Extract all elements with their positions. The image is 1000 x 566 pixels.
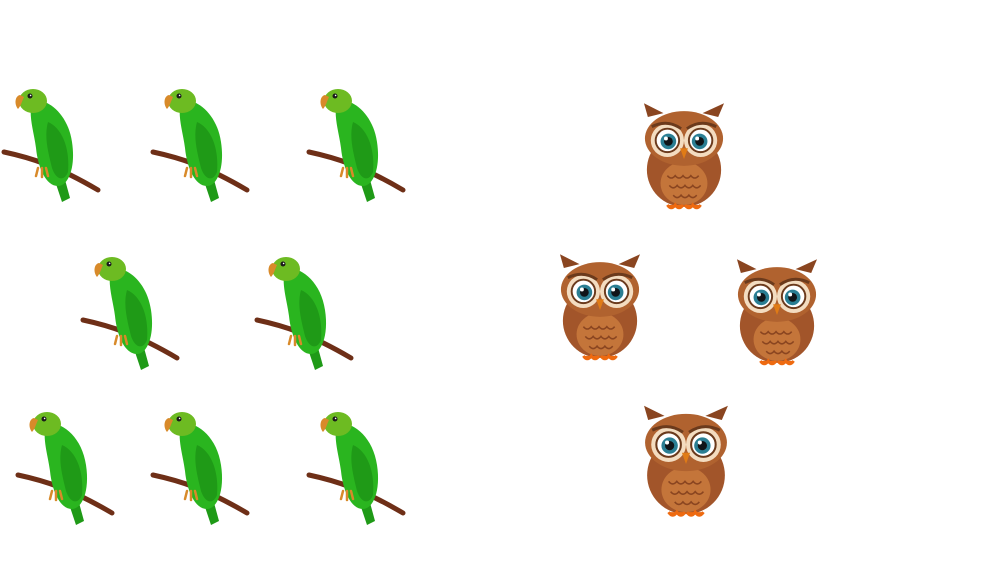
parrot-icon	[81, 250, 179, 372]
owl-icon	[735, 257, 819, 370]
owl-icon	[642, 404, 730, 522]
parrot-icon	[151, 82, 249, 204]
parrot-icon	[16, 405, 114, 527]
scene	[0, 0, 1000, 566]
parrot-icon	[255, 250, 353, 372]
parrot-icon	[151, 405, 249, 527]
owl-icon	[642, 101, 726, 214]
parrot-icon	[307, 82, 405, 204]
parrot-icon	[307, 405, 405, 527]
parrot-icon	[2, 82, 100, 204]
owl-icon	[558, 252, 642, 365]
